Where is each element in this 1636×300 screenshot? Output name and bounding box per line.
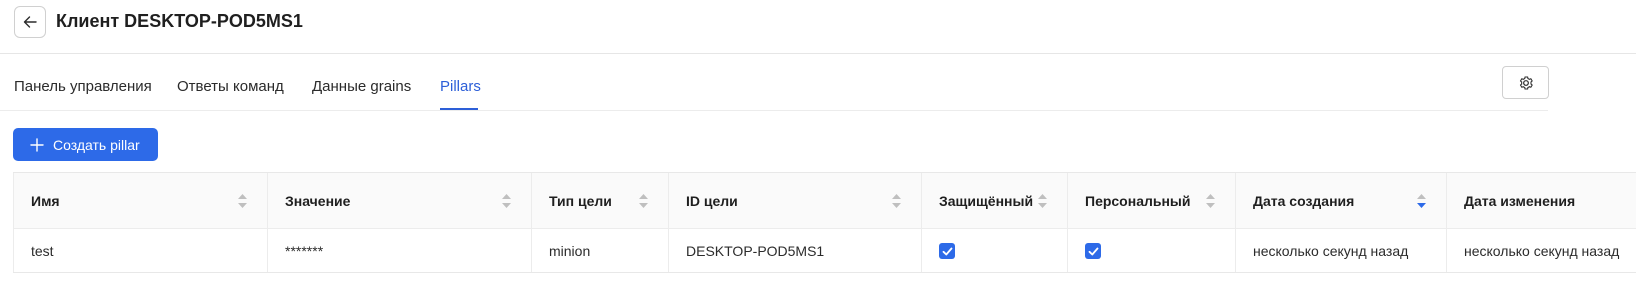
sort-icon[interactable] bbox=[1038, 193, 1047, 208]
cell-personal bbox=[1067, 229, 1235, 272]
column-header-label: ID цели bbox=[686, 192, 738, 209]
cell-protected bbox=[921, 229, 1067, 272]
sort-icon[interactable] bbox=[502, 193, 511, 208]
sort-icon[interactable] bbox=[1206, 193, 1215, 208]
tab-command-responses[interactable]: Ответы команд bbox=[177, 78, 284, 95]
check-icon bbox=[1088, 247, 1098, 255]
settings-button[interactable] bbox=[1502, 66, 1549, 99]
personal-checkbox[interactable] bbox=[1085, 243, 1101, 259]
cell-created: несколько секунд назад bbox=[1235, 229, 1446, 272]
plus-icon bbox=[30, 137, 44, 152]
column-header-label: Защищённый bbox=[939, 192, 1034, 209]
column-header-modified[interactable]: Дата изменения bbox=[1446, 173, 1636, 228]
column-header-value[interactable]: Значение bbox=[267, 173, 531, 228]
column-header-target-type[interactable]: Тип цели bbox=[531, 173, 668, 228]
back-button[interactable] bbox=[14, 6, 46, 38]
column-header-label: Дата изменения bbox=[1464, 192, 1576, 209]
cell-target-id: DESKTOP-POD5MS1 bbox=[668, 229, 921, 272]
check-icon bbox=[942, 247, 952, 255]
tab-bar: Панель управления Ответы команд Данные g… bbox=[0, 54, 1548, 111]
cell-target-type: minion bbox=[531, 229, 668, 272]
cell-modified: несколько секунд назад bbox=[1446, 229, 1636, 272]
column-header-created[interactable]: Дата создания bbox=[1235, 173, 1446, 228]
sort-icon[interactable] bbox=[892, 193, 901, 208]
cell-name: test bbox=[13, 229, 267, 272]
protected-checkbox[interactable] bbox=[939, 243, 955, 259]
column-header-target-id[interactable]: ID цели bbox=[668, 173, 921, 228]
column-header-protected[interactable]: Защищённый bbox=[921, 173, 1067, 228]
tab-pillars[interactable]: Pillars bbox=[440, 78, 481, 95]
table-row[interactable]: test ******* minion DESKTOP-POD5MS1 неск… bbox=[13, 229, 1636, 272]
column-header-name[interactable]: Имя bbox=[13, 173, 267, 228]
table-header: Имя Значение Тип цели ID цели Защищённый… bbox=[13, 173, 1636, 229]
column-header-label: Персональный bbox=[1085, 192, 1191, 209]
create-pillar-button[interactable]: Создать pillar bbox=[13, 128, 158, 161]
pillars-table: Имя Значение Тип цели ID цели Защищённый… bbox=[13, 172, 1636, 273]
column-header-label: Имя bbox=[31, 192, 60, 209]
tab-grains-data[interactable]: Данные grains bbox=[312, 78, 411, 95]
column-header-personal[interactable]: Персональный bbox=[1067, 173, 1235, 228]
sort-descending-icon[interactable] bbox=[1417, 193, 1426, 208]
sort-icon[interactable] bbox=[238, 193, 247, 208]
active-tab-indicator bbox=[440, 108, 478, 110]
tab-dashboard[interactable]: Панель управления bbox=[14, 78, 152, 95]
page-title: Клиент DESKTOP-POD5MS1 bbox=[56, 11, 303, 31]
create-pillar-label: Создать pillar bbox=[53, 136, 140, 153]
column-header-label: Тип цели bbox=[549, 192, 612, 209]
sort-icon[interactable] bbox=[639, 193, 648, 208]
arrow-left-icon bbox=[23, 16, 37, 28]
column-header-label: Дата создания bbox=[1253, 192, 1355, 209]
cell-value: ******* bbox=[267, 229, 531, 272]
column-header-label: Значение bbox=[285, 192, 351, 209]
gear-icon bbox=[1519, 75, 1533, 90]
page-header: Клиент DESKTOP-POD5MS1 bbox=[0, 0, 1636, 54]
